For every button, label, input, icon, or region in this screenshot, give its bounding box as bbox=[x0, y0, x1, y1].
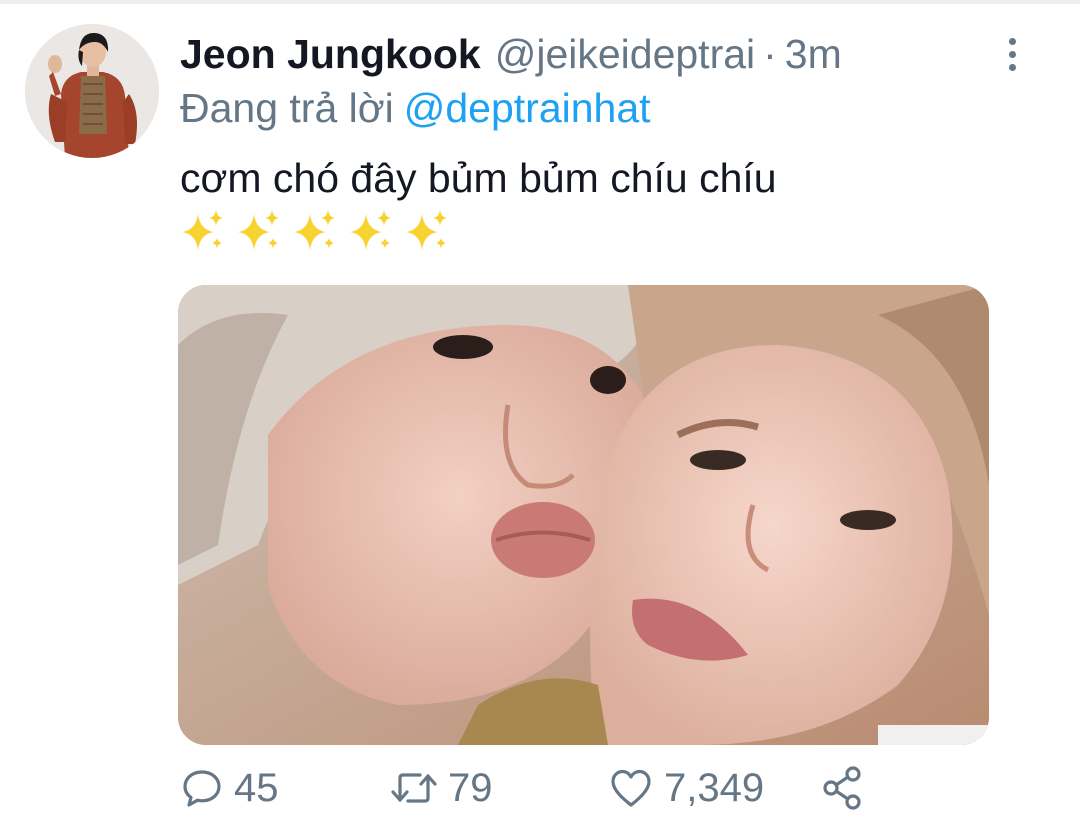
sparkle-icon bbox=[294, 210, 335, 250]
like-button[interactable]: 7,349 bbox=[608, 760, 764, 816]
reply-button[interactable]: 45 bbox=[180, 760, 279, 816]
more-options-button[interactable] bbox=[992, 32, 1032, 76]
avatar-image bbox=[25, 24, 159, 158]
reply-context: Đang trả lời @deptrainhat bbox=[180, 82, 651, 134]
display-name[interactable]: Jeon Jungkook bbox=[180, 28, 481, 80]
separator-dot: · bbox=[763, 31, 777, 77]
reply-count: 45 bbox=[234, 765, 279, 810]
tweet-body: cơm chó đây bủm bủm chíu chíu bbox=[180, 151, 1040, 254]
sparkle-icon bbox=[406, 210, 447, 250]
heart-icon bbox=[611, 769, 651, 807]
reply-prefix: Đang trả lời bbox=[180, 85, 394, 131]
sparkle-icon bbox=[182, 210, 223, 250]
photo-image bbox=[178, 285, 989, 745]
user-handle[interactable]: @jeikeideptrai bbox=[495, 28, 755, 80]
tweet-photo[interactable] bbox=[178, 285, 989, 745]
like-count: 7,349 bbox=[664, 765, 765, 810]
reply-mention-link[interactable]: @deptrainhat bbox=[404, 85, 651, 131]
sparkles-emoji bbox=[180, 208, 1040, 254]
retweet-count: 79 bbox=[448, 765, 493, 810]
reply-icon bbox=[183, 770, 221, 807]
avatar[interactable] bbox=[25, 24, 159, 158]
action-bar: 45 79 7,349 bbox=[180, 760, 900, 816]
tweet-text: cơm chó đây bủm bủm chíu chíu bbox=[180, 155, 777, 201]
share-button[interactable] bbox=[820, 760, 866, 816]
tweet-header: Jeon Jungkook @jeikeideptrai · 3m bbox=[180, 28, 842, 80]
timestamp[interactable]: 3m bbox=[785, 28, 842, 80]
sparkle-icon bbox=[238, 210, 279, 250]
retweet-icon bbox=[391, 773, 437, 803]
more-vertical-icon bbox=[1008, 37, 1016, 45]
top-divider bbox=[0, 0, 1080, 4]
share-icon bbox=[823, 766, 861, 810]
sparkle-icon bbox=[350, 210, 391, 250]
retweet-button[interactable]: 79 bbox=[390, 760, 493, 816]
